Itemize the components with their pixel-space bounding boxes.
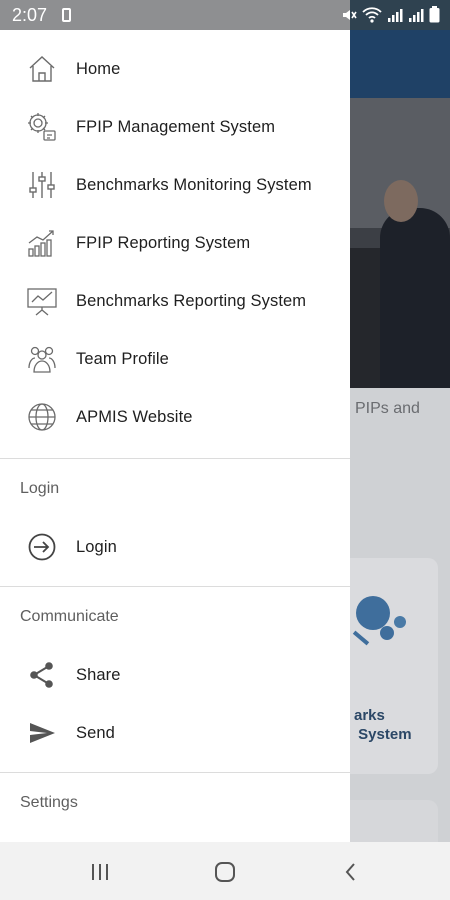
battery-saver-icon [62,8,71,22]
drawer-item-label: FPIP Management System [76,117,276,136]
system-nav-bar [0,842,450,900]
section-header-communicate: Communicate [20,608,119,625]
section-header-settings: Settings [20,794,78,811]
drawer-item-label: APMIS Website [76,407,193,426]
back-icon[interactable] [336,858,366,886]
divider [0,586,350,587]
drawer-item-label: Home [76,59,121,78]
drawer-item-login[interactable]: Login [0,520,350,574]
hero-caption: PIPs and [355,400,420,417]
section-header-login: Login [20,480,60,497]
battery-icon [429,6,440,23]
home-button-icon[interactable] [210,858,240,886]
globe-icon [25,400,59,434]
sliders-icon [25,168,59,202]
drawer-item-benchmarks-reporting[interactable]: Benchmarks Reporting System [0,274,350,328]
home-icon [25,52,59,86]
login-icon [25,530,59,564]
drawer-item-apmis-website[interactable]: APMIS Website [0,390,350,444]
feature-card-title: arks System [354,707,412,743]
presentation-board-icon [25,284,59,318]
drawer-item-fpip-reporting[interactable]: FPIP Reporting System [0,216,350,270]
settings-gears-icon [25,110,59,144]
drawer-item-label: Share [76,665,121,684]
growth-chart-icon [25,226,59,260]
wifi-icon [362,6,382,23]
drawer-item-share[interactable]: Share [0,648,350,702]
drawer-item-label: Send [76,723,115,742]
send-icon [25,716,59,750]
signal-icon [409,8,424,22]
drawer-item-label: FPIP Reporting System [76,233,251,252]
mute-icon [343,9,357,20]
drawer-item-label: Team Profile [76,349,169,368]
recent-apps-icon[interactable] [85,858,115,886]
drawer-item-team-profile[interactable]: Team Profile [0,332,350,386]
share-icon [25,658,59,692]
navigation-drawer: Home FPIP Management System Benchmarks M… [0,30,350,842]
divider [0,458,350,459]
drawer-item-label: Login [76,537,117,556]
status-bar: 2:07 [0,0,450,30]
drawer-item-label: Benchmarks Reporting System [76,291,307,310]
drawer-item-label: Benchmarks Monitoring System [76,175,312,194]
status-time: 2:07 [12,5,48,25]
divider [0,772,350,773]
signal-icon [388,8,403,22]
drawer-item-fpip-management[interactable]: FPIP Management System [0,100,350,154]
team-icon [25,342,59,376]
drawer-item-benchmarks-monitoring[interactable]: Benchmarks Monitoring System [0,158,350,212]
drawer-item-send[interactable]: Send [0,706,350,760]
feature-card[interactable]: arks System [350,558,438,774]
drawer-item-home[interactable]: Home [0,42,350,96]
